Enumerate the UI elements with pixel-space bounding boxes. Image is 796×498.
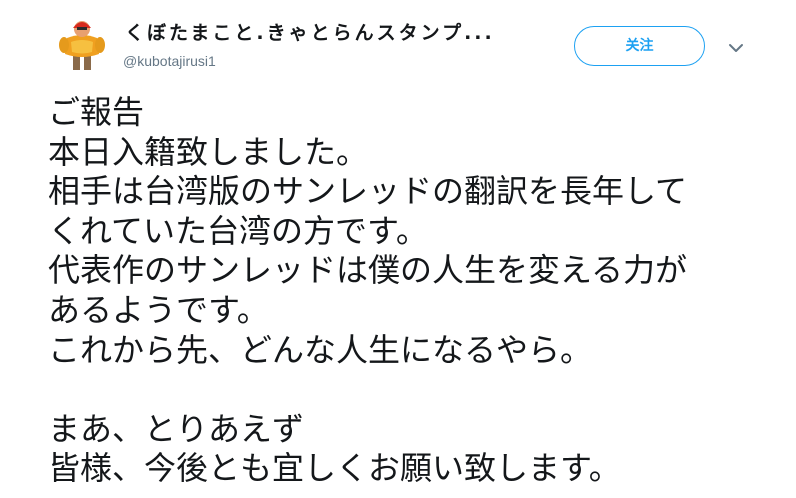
- tweet-line: 本日入籍致しました。: [48, 132, 369, 171]
- follow-button[interactable]: 关注: [574, 26, 705, 66]
- display-name[interactable]: くぼたまこと.きゃとらんスタンプ...: [125, 20, 525, 46]
- avatar-image: [53, 14, 111, 72]
- tweet-line: ご報告: [48, 93, 145, 131]
- tweet-line: 皆様、今後とも宜しくお願い致します。: [48, 449, 621, 488]
- tweet-line: まあ、とりあえず: [48, 409, 305, 448]
- chevron-down-icon[interactable]: [726, 38, 746, 58]
- avatar[interactable]: [53, 14, 111, 72]
- tweet-text: ご報告 本日入籍致しました。 相手は台湾版のサンレッドの翻訳を長年して くれてい…: [48, 93, 788, 489]
- tweet-line: 代表作のサンレッドは僕の人生を変える力が: [48, 251, 688, 290]
- user-handle[interactable]: @kubotajirusi1: [123, 52, 216, 70]
- tweet-line: 相手は台湾版のサンレッドの翻訳を長年して: [48, 172, 688, 211]
- tweet-header: くぼたまこと.きゃとらんスタンプ... @kubotajirusi1 关注: [0, 0, 796, 92]
- tweet-line: これから先、どんな人生になるやら。: [48, 330, 593, 369]
- tweet-line: くれていた台湾の方です。: [48, 211, 428, 250]
- tweet-line: あるようです。: [48, 290, 269, 329]
